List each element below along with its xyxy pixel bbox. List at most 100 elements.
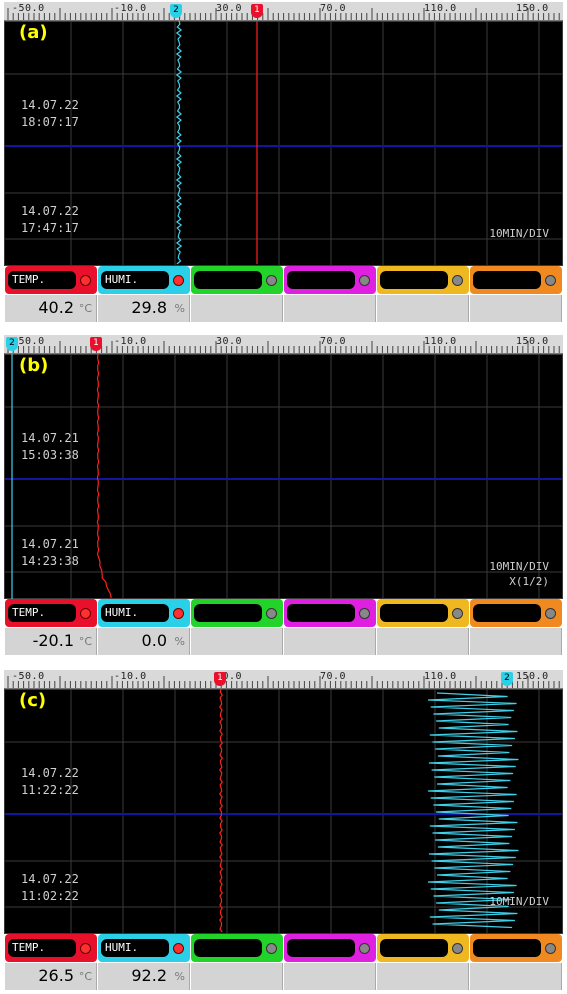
scale-label: 110.0 (424, 336, 457, 347)
channel-3[interactable] (191, 934, 283, 990)
status-led-icon (545, 275, 556, 286)
channel-tab[interactable] (377, 934, 469, 962)
channel-bar: TEMP. -20.1 °C HUMI. 0.0 % (4, 599, 563, 655)
humidity-marker[interactable]: 2 (6, 337, 18, 351)
channel-tab[interactable] (470, 934, 562, 962)
channel-temp[interactable]: TEMP. 40.2 °C (5, 266, 97, 322)
humidity-marker[interactable]: 2 (170, 4, 182, 18)
channel-tab[interactable] (191, 266, 283, 294)
channel-value-box: 26.5 °C (5, 963, 97, 990)
timestamp-date: 14.07.22 (21, 98, 79, 112)
channel-bar: TEMP. 40.2 °C HUMI. 29.8 % (4, 266, 563, 322)
timestamp-lower: 14.07.21 14:23:38 (21, 536, 79, 570)
channel-value-box: -20.1 °C (5, 628, 97, 655)
temperature-marker[interactable]: 1 (214, 672, 226, 686)
channel-tab[interactable] (377, 599, 469, 627)
channel-name (287, 939, 355, 957)
channel-value-box (470, 963, 562, 990)
scale-label: 70.0 (320, 3, 347, 14)
channel-name (380, 271, 448, 289)
channel-tab[interactable]: HUMI. (98, 934, 190, 962)
humidity-value: 0.0 (141, 631, 167, 650)
trend-chart: (a) 14.07.22 18:07:17 14.07.22 17:47:17 … (4, 21, 563, 266)
channel-tab[interactable]: TEMP. (5, 599, 97, 627)
scale-label: -10.0 (114, 336, 147, 347)
channel-name (287, 271, 355, 289)
channel-bar: TEMP. 26.5 °C HUMI. 92.2 % (4, 934, 563, 990)
timestamp-time: 11:02:22 (21, 889, 79, 903)
scale-label: 110.0 (424, 3, 457, 14)
channel-value-box (377, 628, 469, 655)
scale-label: 70.0 (320, 671, 347, 682)
channel-6[interactable] (470, 266, 562, 322)
humidity-marker[interactable]: 2 (501, 672, 513, 686)
channel-value-box (191, 628, 283, 655)
status-led-icon (173, 275, 184, 286)
temperature-value: 26.5 (38, 966, 74, 985)
status-led-icon (452, 608, 463, 619)
panel-tag: (a) (19, 22, 48, 43)
channel-tab[interactable] (284, 266, 376, 294)
channel-humi[interactable]: HUMI. 0.0 % (98, 599, 190, 655)
channel-tab[interactable] (470, 599, 562, 627)
channel-4[interactable] (284, 934, 376, 990)
channel-5[interactable] (377, 599, 469, 655)
timestamp-date: 14.07.22 (21, 872, 79, 886)
channel-tab[interactable] (284, 934, 376, 962)
timestamp-time: 15:03:38 (21, 448, 79, 462)
channel-6[interactable] (470, 934, 562, 990)
channel-tab[interactable] (191, 599, 283, 627)
timestamp-date: 14.07.21 (21, 431, 79, 445)
channel-name: HUMI. (101, 604, 169, 622)
status-led-icon (80, 275, 91, 286)
trend-plot (4, 21, 563, 266)
trend-panel-c: -50.0 -10.0 30.0 70.0 110.0 150.0 1 2 (c… (4, 670, 563, 990)
channel-value-box: 29.8 % (98, 295, 190, 322)
temperature-marker[interactable]: 1 (90, 337, 102, 351)
div-label-text: 10MIN/DIV (489, 227, 549, 240)
trend-panel-b: -50.0 -10.0 30.0 70.0 110.0 150.0 2 1 (b… (4, 335, 563, 655)
unit-label: % (174, 302, 185, 315)
temperature-value: -20.1 (32, 631, 74, 650)
status-led-icon (452, 943, 463, 954)
channel-temp[interactable]: TEMP. 26.5 °C (5, 934, 97, 990)
time-division-label: 10MIN/DIV (489, 894, 549, 909)
channel-3[interactable] (191, 266, 283, 322)
trend-chart: (b) 14.07.21 15:03:38 14.07.21 14:23:38 … (4, 354, 563, 599)
channel-5[interactable] (377, 934, 469, 990)
scale-ruler: -50.0 -10.0 30.0 70.0 110.0 150.0 2 1 (4, 2, 563, 21)
channel-value-box (284, 963, 376, 990)
channel-tab[interactable] (470, 266, 562, 294)
channel-4[interactable] (284, 599, 376, 655)
channel-5[interactable] (377, 266, 469, 322)
channel-value-box (470, 628, 562, 655)
channel-temp[interactable]: TEMP. -20.1 °C (5, 599, 97, 655)
channel-name (194, 939, 262, 957)
channel-tab[interactable]: TEMP. (5, 934, 97, 962)
channel-name (473, 939, 541, 957)
channel-tab[interactable] (191, 934, 283, 962)
panel-tag: (c) (19, 690, 47, 711)
scale-label: 150.0 (516, 3, 549, 14)
scale-label: -10.0 (114, 671, 147, 682)
channel-value-box: 0.0 % (98, 628, 190, 655)
channel-3[interactable] (191, 599, 283, 655)
status-led-icon (173, 608, 184, 619)
channel-value-box (377, 295, 469, 322)
channel-tab[interactable]: TEMP. (5, 266, 97, 294)
channel-humi[interactable]: HUMI. 29.8 % (98, 266, 190, 322)
channel-tab[interactable]: HUMI. (98, 266, 190, 294)
channel-tab[interactable]: HUMI. (98, 599, 190, 627)
zoom-factor-label: X(1/2) (509, 575, 549, 588)
channel-6[interactable] (470, 599, 562, 655)
time-division-label: 10MIN/DIV X(1/2) (489, 559, 549, 589)
channel-humi[interactable]: HUMI. 92.2 % (98, 934, 190, 990)
channel-tab[interactable] (377, 266, 469, 294)
channel-name: TEMP. (8, 939, 76, 957)
channel-4[interactable] (284, 266, 376, 322)
scale-label: 70.0 (320, 336, 347, 347)
temperature-marker[interactable]: 1 (251, 4, 263, 18)
channel-tab[interactable] (284, 599, 376, 627)
scale-label: 150.0 (516, 671, 549, 682)
channel-name: TEMP. (8, 271, 76, 289)
